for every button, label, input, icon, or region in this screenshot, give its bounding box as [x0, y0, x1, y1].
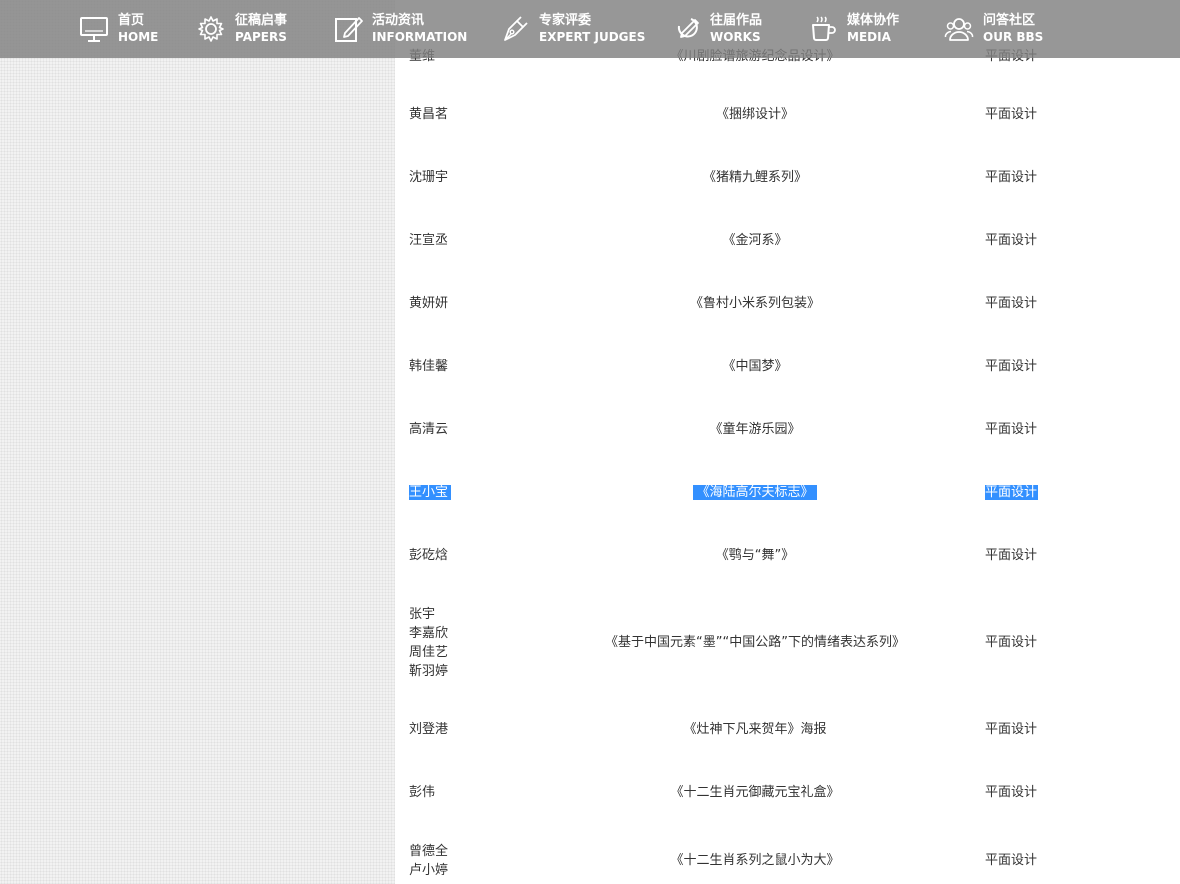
- author-name: 靳羽婷: [409, 663, 449, 679]
- nav-label-cn: 媒体协作: [847, 13, 900, 28]
- coffee-cup-icon: [812, 16, 836, 41]
- table-row-selected: 王小宝 《海陆高尔夫标志》 平面设计: [395, 461, 1180, 524]
- work-title: 《猪精九鲤系列》: [702, 170, 807, 185]
- table-row: 张宇 李嘉欣 周佳艺 靳羽婷 《基于中国元素“墨”“中国公路”下的情绪表达系列》…: [395, 587, 1180, 698]
- work-category: 平面设计: [985, 107, 1038, 122]
- author-names: 彭矻焓: [409, 546, 559, 565]
- author-names: 韩佳馨: [409, 357, 559, 376]
- author-names: 曾德全 卢小婷: [409, 842, 559, 880]
- work-title: 《童年游乐园》: [709, 422, 801, 437]
- nav-label-en: HOME: [118, 30, 159, 44]
- nav-label-cn: 首页: [118, 13, 145, 28]
- author-name: 曾德全: [409, 843, 449, 859]
- author-names: 刘登港: [409, 720, 559, 739]
- work-category: 平面设计: [985, 170, 1038, 185]
- nav-works[interactable]: 往届作品 WORKS: [671, 0, 762, 58]
- pen-edit-icon: [335, 17, 363, 42]
- work-category: 平面设计: [985, 359, 1038, 374]
- work-title: 《中国梦》: [722, 359, 788, 374]
- nav-label-cn: 专家评委: [539, 13, 592, 28]
- work-title: 《十二生肖系列之鼠小为大》: [670, 853, 840, 868]
- work-category: 平面设计: [985, 722, 1038, 737]
- author-name: 彭伟: [409, 785, 436, 800]
- work-title: 《海陆高尔夫标志》: [545, 483, 965, 502]
- author-name: 刘登港: [409, 722, 449, 737]
- work-category: 平面设计: [985, 296, 1038, 311]
- nav-label-en: WORKS: [710, 30, 761, 44]
- nav-home[interactable]: 首页 HOME: [79, 0, 158, 58]
- author-name: 张宇: [409, 606, 436, 622]
- users-icon: [944, 18, 974, 41]
- author-names: 高清云: [409, 420, 559, 439]
- monitor-icon: [80, 17, 108, 42]
- nav-label-en: PAPERS: [235, 30, 287, 44]
- author-names: 张宇 李嘉欣 周佳艺 靳羽婷: [409, 605, 559, 681]
- nav-label-en: INFORMATION: [372, 30, 468, 44]
- author-name: 周佳艺: [409, 644, 449, 660]
- work-title: 《金河系》: [722, 233, 788, 248]
- author-name: 卢小婷: [409, 862, 449, 878]
- author-name: 黄昌茗: [409, 107, 449, 122]
- table-row: 刘登港 《灶神下凡来贺年》海报 平面设计: [395, 698, 1180, 761]
- table-row: 曾德全 卢小婷 《十二生肖系列之鼠小为大》 平面设计: [395, 824, 1180, 884]
- author-name: 汪宣丞: [409, 233, 449, 248]
- author-names: 黄妍妍: [409, 294, 559, 313]
- table-row: 黄昌茗 《捆绑设计》 平面设计: [395, 83, 1180, 146]
- work-title: 《鹗与“舞”》: [715, 548, 795, 563]
- work-category: 平面设计: [985, 853, 1038, 868]
- author-name: 沈珊宇: [409, 170, 449, 185]
- author-names: 彭伟: [409, 783, 559, 802]
- nav-label-cn: 征稿启事: [235, 13, 288, 28]
- work-category: 平面设计: [985, 635, 1038, 650]
- nav-papers[interactable]: 征稿启事 PAPERS: [196, 0, 287, 58]
- work-title: 《灶神下凡来贺年》海报: [683, 722, 827, 737]
- work-title: 《基于中国元素“墨”“中国公路”下的情绪表达系列》: [605, 635, 905, 650]
- nav-label-cn: 问答社区: [983, 13, 1036, 28]
- works-list-panel: 董维 《川剧脸谱旅游纪念品设计》 平面设计 黄昌茗 《捆绑设计》 平面设计 沈珊…: [395, 0, 1180, 884]
- author-name: 黄妍妍: [409, 296, 449, 311]
- nav-label-en: MEDIA: [847, 30, 891, 44]
- author-names: 汪宣丞: [409, 231, 559, 250]
- table-row: 高清云 《童年游乐园》 平面设计: [395, 398, 1180, 461]
- gear-icon: [198, 16, 224, 42]
- table-row: 沈珊宇 《猪精九鲤系列》 平面设计: [395, 146, 1180, 209]
- work-category: 平面设计: [985, 485, 1039, 500]
- nav-label-en: EXPERT JUDGES: [539, 30, 646, 44]
- nav-media[interactable]: 媒体协作 MEDIA: [808, 0, 899, 58]
- author-names: 王小宝: [409, 483, 559, 502]
- table-row: 彭伟 《十二生肖元御藏元宝礼盒》 平面设计: [395, 761, 1180, 824]
- fountain-pen-icon: [504, 16, 528, 41]
- nav-label-cn: 活动资讯: [372, 13, 425, 28]
- pencil-loop-icon: [677, 18, 699, 38]
- work-category: 平面设计: [985, 548, 1038, 563]
- author-name: 高清云: [409, 422, 449, 437]
- nav-bbs[interactable]: 问答社区 OUR BBS: [944, 0, 1043, 58]
- work-category: 平面设计: [985, 422, 1038, 437]
- table-row: 黄妍妍 《鲁村小米系列包装》 平面设计: [395, 272, 1180, 335]
- top-nav-bar: 首页 HOME 征稿启事 PAPERS 活动资讯 INFORMATION 专家评…: [0, 0, 1180, 58]
- nav-information[interactable]: 活动资讯 INFORMATION: [333, 0, 467, 58]
- works-table: 董维 《川剧脸谱旅游纪念品设计》 平面设计 黄昌茗 《捆绑设计》 平面设计 沈珊…: [395, 30, 1180, 884]
- work-title: 《十二生肖元御藏元宝礼盒》: [670, 785, 840, 800]
- author-name: 韩佳馨: [409, 359, 449, 374]
- nav-label-cn: 往届作品: [710, 13, 763, 28]
- table-row: 彭矻焓 《鹗与“舞”》 平面设计: [395, 524, 1180, 587]
- table-row: 汪宣丞 《金河系》 平面设计: [395, 209, 1180, 272]
- author-name: 彭矻焓: [409, 548, 449, 563]
- table-row: 韩佳馨 《中国梦》 平面设计: [395, 335, 1180, 398]
- work-category: 平面设计: [985, 785, 1038, 800]
- work-title: 《捆绑设计》: [715, 107, 794, 122]
- author-name: 王小宝: [409, 485, 452, 500]
- work-category: 平面设计: [985, 233, 1038, 248]
- nav-label-en: OUR BBS: [983, 30, 1044, 44]
- work-title: 《鲁村小米系列包装》: [689, 296, 820, 311]
- author-name: 李嘉欣: [409, 625, 449, 641]
- author-names: 黄昌茗: [409, 105, 559, 124]
- author-names: 沈珊宇: [409, 168, 559, 187]
- nav-expert-judges[interactable]: 专家评委 EXPERT JUDGES: [500, 0, 645, 58]
